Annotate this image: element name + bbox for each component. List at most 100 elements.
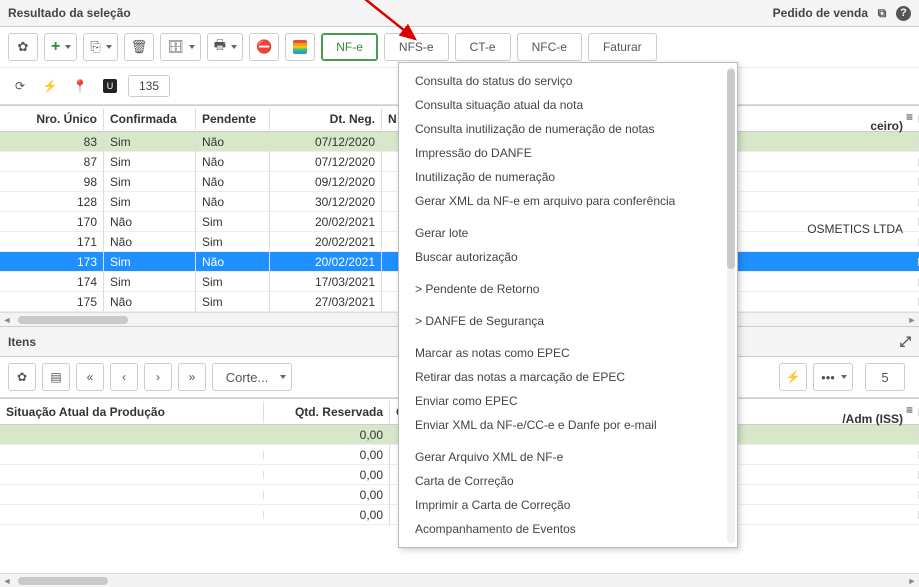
cell-pend: Sim — [196, 231, 270, 253]
cell-qtd: 0,00 — [264, 444, 390, 466]
menu-item[interactable]: Imprimir a Carta de Correção — [399, 493, 737, 517]
cell-nro: 174 — [0, 271, 104, 293]
rainbow-icon — [293, 40, 307, 54]
nav-last-button[interactable]: » — [178, 363, 206, 391]
menu-item[interactable]: Inutilização de numeração — [399, 165, 737, 189]
tab-faturar[interactable]: Faturar — [588, 33, 657, 61]
col-qtd-reservada[interactable]: Qtd. Reservada — [264, 401, 390, 423]
print-button[interactable]: 🖶 — [207, 33, 243, 61]
cell-pend: Não — [196, 191, 270, 213]
cell-nro: 175 — [0, 291, 104, 313]
cell-dt: 20/02/2021 — [270, 211, 382, 233]
cell-nro: 170 — [0, 211, 104, 233]
col-pendente[interactable]: Pendente — [196, 108, 270, 130]
grid-menu-icon[interactable]: ≡ — [906, 110, 913, 124]
results-header: Resultado da seleção Pedido de venda ⧉ ? — [0, 0, 919, 27]
tab-nfe[interactable]: NF-e — [321, 33, 378, 61]
bag-inner-icon: U — [103, 79, 117, 93]
menu-item[interactable]: Gerar lote — [399, 221, 737, 245]
itens-scroll-thumb[interactable] — [18, 577, 108, 585]
menu-item[interactable]: > DANFE de Segurança — [399, 309, 737, 333]
cell-conf: Sim — [104, 251, 196, 273]
menu-item[interactable]: Consulta do status do serviço — [399, 69, 737, 93]
menu-item[interactable]: Consulta situação atual da nota — [399, 93, 737, 117]
itens-bolt-button[interactable]: ⚡ — [779, 363, 807, 391]
itens-hscroll[interactable]: ◄ ► — [0, 573, 919, 587]
cell-pend: Sim — [196, 211, 270, 233]
col-nro-unico[interactable]: Nro. Único — [0, 108, 104, 130]
menu-item[interactable]: Retirar das notas a marcação de EPEC — [399, 365, 737, 389]
cell-qtd: 0,00 — [264, 424, 390, 446]
archive-button[interactable]: 🗄 — [160, 33, 201, 61]
cell-nro: 98 — [0, 171, 104, 193]
col-dt-neg[interactable]: Dt. Neg. — [270, 108, 382, 130]
cell-dt: 20/02/2021 — [270, 251, 382, 273]
itens-list-button[interactable]: ▤ — [42, 363, 70, 391]
menu-item[interactable]: > Pendente de Retorno — [399, 277, 737, 301]
menu-item[interactable]: Enviar XML da NF-e/CC-e e Danfe por e-ma… — [399, 413, 737, 437]
color-button[interactable] — [285, 33, 315, 61]
bag-icon[interactable]: U — [98, 74, 122, 98]
cell-conf: Não — [104, 231, 196, 253]
itens-more-button[interactable]: ••• — [813, 363, 853, 391]
cell-conf: Não — [104, 291, 196, 313]
copy-icon[interactable]: ⧉ — [874, 5, 890, 21]
scroll-left-icon[interactable]: ◄ — [0, 315, 14, 325]
menu-item[interactable]: Gerar XML da NF-e em arquivo para confer… — [399, 189, 737, 213]
menu-item[interactable]: Enviar como EPEC — [399, 389, 737, 413]
dropdown-scrollbar[interactable] — [727, 67, 735, 543]
cell-pend: Não — [196, 131, 270, 153]
cell-qtd: 0,00 — [264, 464, 390, 486]
menu-item[interactable]: Marcar as notas como EPEC — [399, 341, 737, 365]
tab-cte[interactable]: CT-e — [455, 33, 511, 61]
dropdown-scroll-thumb[interactable] — [727, 69, 735, 269]
nav-next-button[interactable]: › — [144, 363, 172, 391]
cell-conf: Não — [104, 211, 196, 233]
menu-item[interactable]: Acompanhamento de Eventos — [399, 517, 737, 541]
nav-prev-button[interactable]: ‹ — [110, 363, 138, 391]
scroll-right-icon[interactable]: ► — [905, 315, 919, 325]
cell-dt: 20/02/2021 — [270, 231, 382, 253]
menu-item[interactable]: Buscar autorização — [399, 245, 737, 269]
col-adm-suffix: /Adm (ISS) — [842, 412, 903, 416]
col-situacao[interactable]: Situação Atual da Produção — [0, 401, 264, 423]
cell-situacao — [0, 491, 264, 499]
settings-button[interactable]: ✿ — [8, 33, 38, 61]
col-confirmada[interactable]: Confirmada — [104, 108, 196, 130]
cell-nro: 128 — [0, 191, 104, 213]
cell-conf: Sim — [104, 191, 196, 213]
cancel-button[interactable]: ⛔ — [249, 33, 279, 61]
delete-button[interactable]: 🗑 — [124, 33, 155, 61]
cell-nro: 83 — [0, 131, 104, 153]
nfe-dropdown-menu: Consulta do status do serviçoConsulta si… — [398, 62, 738, 548]
refresh-icon[interactable]: ⟳ — [8, 74, 32, 98]
cell-dt: 07/12/2020 — [270, 151, 382, 173]
itens-settings-button[interactable]: ✿ — [8, 363, 36, 391]
itens-page[interactable]: 5 — [865, 363, 905, 391]
menu-item[interactable]: Consulta inutilização de numeração de no… — [399, 117, 737, 141]
cell-dt: 27/03/2021 — [270, 291, 382, 313]
cell-dt: 09/12/2020 — [270, 171, 382, 193]
nav-first-button[interactable]: « — [76, 363, 104, 391]
bolt-icon[interactable]: ⚡ — [38, 74, 62, 98]
record-counter: 135 — [128, 75, 170, 97]
corte-dropdown[interactable]: Corte... — [212, 363, 292, 391]
menu-item[interactable]: Gerar Arquivo XML de NF-e — [399, 445, 737, 469]
scroll-thumb[interactable] — [18, 316, 128, 324]
menu-item[interactable]: Impressão do DANFE — [399, 141, 737, 165]
duplicate-button[interactable]: ⎘ — [83, 33, 117, 61]
help-icon[interactable]: ? — [896, 6, 911, 21]
pin-icon[interactable]: 📍 — [68, 74, 92, 98]
cell-conf: Sim — [104, 131, 196, 153]
add-button[interactable]: + — [44, 33, 77, 61]
tab-nfse[interactable]: NFS-e — [384, 33, 449, 61]
itens-scroll-right-icon[interactable]: ► — [905, 576, 919, 586]
cell-pend: Não — [196, 251, 270, 273]
tab-nfce[interactable]: NFC-e — [517, 33, 582, 61]
itens-grid-menu-icon[interactable]: ≡ — [906, 403, 913, 417]
itens-scroll-left-icon[interactable]: ◄ — [0, 576, 14, 586]
col-parceiro-suffix: ceiro) — [870, 119, 903, 123]
cell-dt: 17/03/2021 — [270, 271, 382, 293]
menu-item[interactable]: Carta de Correção — [399, 469, 737, 493]
expand-icon[interactable]: ⤢ — [900, 333, 911, 350]
